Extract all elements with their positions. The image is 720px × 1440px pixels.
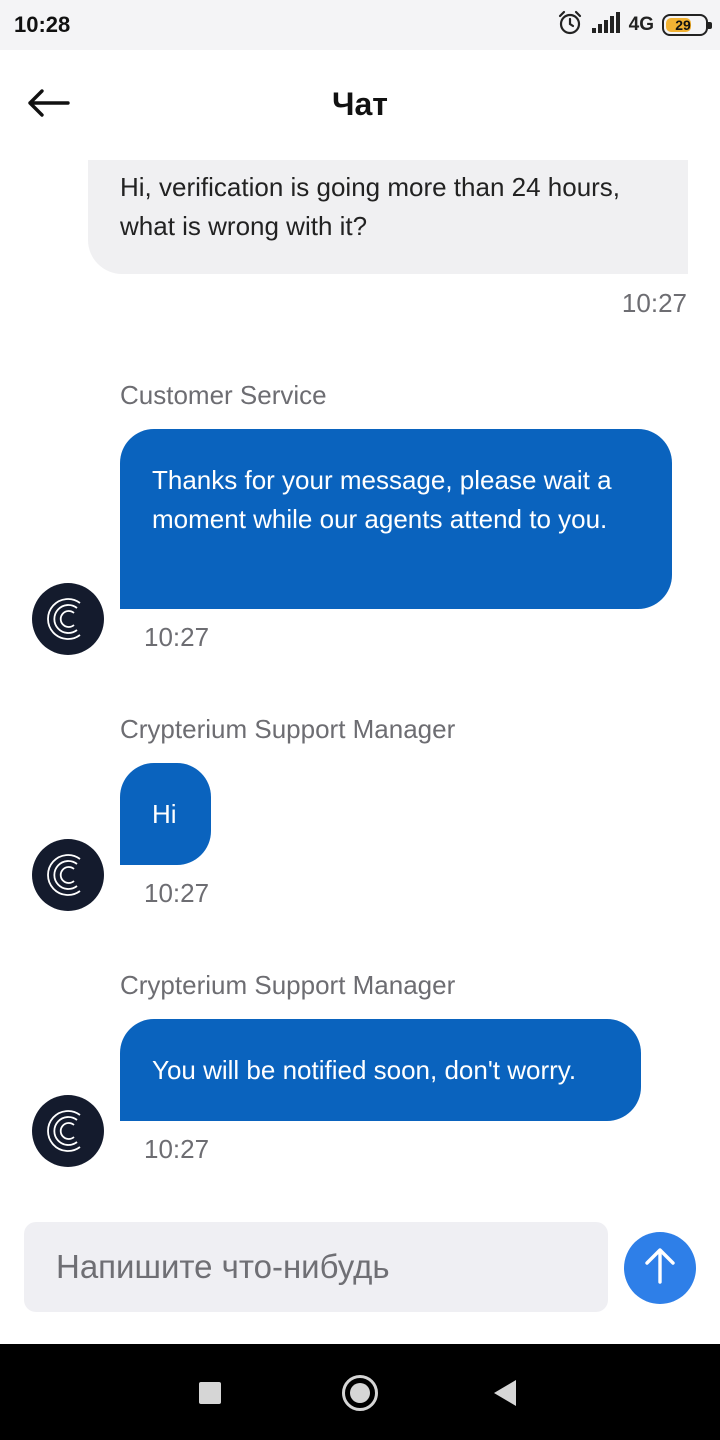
status-bar: 10:28 4G 29 — [0, 0, 720, 50]
send-button[interactable] — [624, 1232, 696, 1304]
sender-name: Crypterium Support Manager — [120, 970, 456, 1000]
system-nav-bar — [0, 1344, 720, 1440]
avatar — [32, 583, 104, 655]
home-icon[interactable] — [342, 1375, 378, 1411]
message-time: 10:27 — [144, 622, 210, 652]
message-text: Thanks for your message, please wait a m… — [152, 465, 612, 534]
incoming-message: Hi — [120, 763, 211, 865]
crypterium-logo-icon — [47, 598, 81, 640]
crypterium-logo-icon — [47, 1110, 81, 1152]
arrow-up-icon — [643, 1247, 677, 1290]
battery-icon: 29 — [662, 14, 712, 36]
alarm-icon — [557, 10, 583, 41]
sender-name: Crypterium Support Manager — [120, 714, 456, 744]
app-header: Чат — [0, 50, 720, 160]
message-text: You will be notified soon, don't worry. — [152, 1055, 577, 1085]
status-icons: 4G 29 — [557, 10, 712, 41]
outgoing-message: Hi, verification is going more than 24 h… — [88, 160, 688, 274]
battery-level: 29 — [675, 17, 691, 33]
page-title: Чат — [332, 86, 388, 122]
message-text: Hi, verification is going more than 24 h… — [120, 172, 621, 241]
chat-messages[interactable]: Hi, verification is going more than 24 h… — [0, 160, 720, 1210]
message-time: 10:27 — [621, 288, 687, 318]
message-time: 10:27 — [144, 878, 210, 908]
crypterium-logo-icon — [47, 854, 81, 896]
recents-icon[interactable] — [199, 1382, 221, 1404]
status-time: 10:28 — [14, 12, 71, 37]
avatar — [32, 1095, 104, 1167]
signal-icon — [591, 11, 621, 39]
message-text: Hi — [152, 799, 177, 829]
back-icon[interactable] — [494, 1380, 516, 1406]
message-time: 10:27 — [144, 1134, 210, 1164]
avatar — [32, 839, 104, 911]
incoming-message: You will be notified soon, don't worry. — [120, 1019, 641, 1121]
network-type: 4G — [628, 14, 654, 35]
message-input[interactable] — [24, 1222, 608, 1312]
message-composer — [24, 1222, 608, 1312]
sender-name: Customer Service — [120, 380, 327, 410]
incoming-message: Thanks for your message, please wait a m… — [120, 429, 672, 609]
